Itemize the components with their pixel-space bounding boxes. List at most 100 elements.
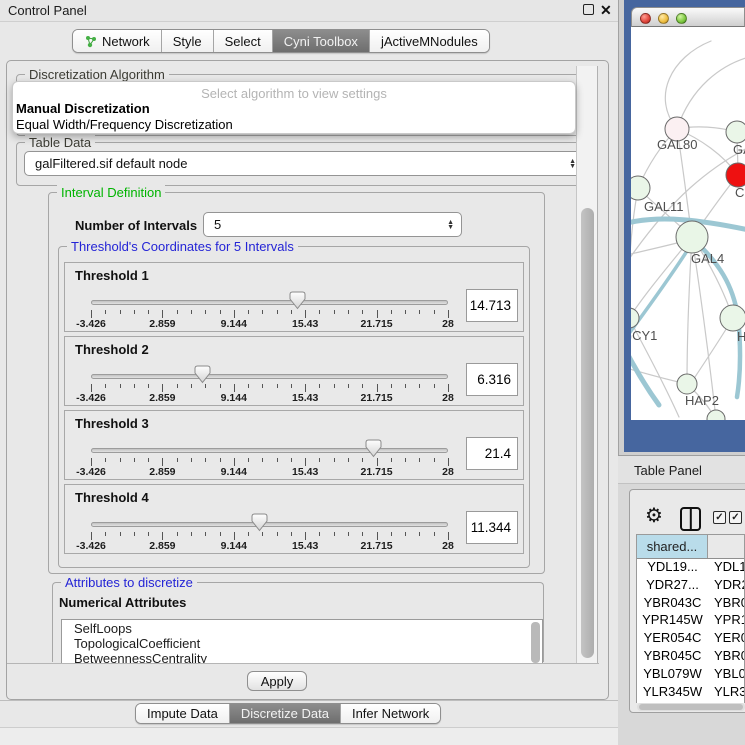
node[interactable] <box>707 410 725 420</box>
traffic-light-zoom-icon[interactable] <box>676 13 687 24</box>
tab-network[interactable]: Network <box>73 30 162 52</box>
attribute-item-betweennesscentrality[interactable]: BetweennessCentrality <box>62 650 542 664</box>
combo-value: galFiltered.sif default node <box>35 156 187 171</box>
tab-jactivemnodules[interactable]: jActiveMNodules <box>370 30 489 52</box>
cell-shared-name: YLR345W <box>637 684 708 702</box>
slider-tick <box>162 532 163 540</box>
tab-label: Select <box>225 34 261 49</box>
popup-option-equal-width-frequency-discretization[interactable]: Equal Width/Frequency Discretization <box>16 117 233 132</box>
slider-tick <box>262 310 263 314</box>
tab-label: Network <box>102 34 150 49</box>
slider-tick <box>391 532 392 536</box>
float-window-icon[interactable] <box>583 4 594 15</box>
slider-track[interactable] <box>91 522 448 527</box>
slider-tick <box>405 384 406 388</box>
tab-label: Style <box>173 34 202 49</box>
threshold-value-field[interactable]: 14.713 <box>466 289 518 322</box>
slider-tick <box>405 532 406 536</box>
apply-button[interactable]: Apply <box>247 671 307 691</box>
table-header-row: shared...na <box>637 535 744 559</box>
slider-track[interactable] <box>91 300 448 305</box>
slider-tick <box>419 532 420 536</box>
table-data-combobox[interactable]: galFiltered.sif default node ▲▼ <box>24 151 584 176</box>
node-ga[interactable] <box>726 121 745 143</box>
tab-style[interactable]: Style <box>162 30 214 52</box>
slider-tick <box>134 310 135 314</box>
node-gal11[interactable] <box>631 176 650 200</box>
tab-infer-network[interactable]: Infer Network <box>341 704 440 723</box>
table-row[interactable]: YDR27...YDR2 <box>637 577 744 595</box>
node-h[interactable] <box>720 305 745 331</box>
slider-tick <box>448 458 449 466</box>
slider-tick-label: 9.144 <box>221 466 247 478</box>
node-label: GAL80 <box>657 137 697 152</box>
table-row[interactable]: YPR145WYPR1 <box>637 612 744 630</box>
slider-tick <box>177 310 178 314</box>
hscrollbar-thumb[interactable] <box>639 704 743 710</box>
slider-track[interactable] <box>91 448 448 453</box>
table-row[interactable]: YLR345WYLR3 <box>637 684 744 702</box>
slider-thumb[interactable] <box>289 291 306 315</box>
threshold-label: Threshold 2 <box>75 342 149 357</box>
close-icon[interactable]: ✕ <box>600 2 612 19</box>
slider-tick <box>248 310 249 314</box>
bottom-tab-bar: Impute DataDiscretize DataInfer Network <box>135 703 441 724</box>
column-header-na[interactable]: na <box>708 535 745 558</box>
node-hap2[interactable] <box>677 374 697 394</box>
cell-name: YDL1 <box>708 559 745 577</box>
table-row[interactable]: YBR043CYBR0 <box>637 595 744 613</box>
slider-tick <box>205 458 206 462</box>
slider-tick-label: 2.859 <box>149 392 175 404</box>
tab-select[interactable]: Select <box>214 30 273 52</box>
network-titlebar[interactable] <box>631 7 745 27</box>
slider-tick-label: 28 <box>442 540 454 552</box>
table-row[interactable]: YER054CYER0 <box>637 630 744 648</box>
node-table[interactable]: shared...na YDL19...YDL1YDR27...YDR2YBR0… <box>636 534 745 703</box>
slider-tick <box>220 458 221 462</box>
node-gal4[interactable] <box>676 221 708 253</box>
tab-discretize-data[interactable]: Discretize Data <box>230 704 341 723</box>
table-row[interactable]: YDL19...YDL1 <box>637 559 744 577</box>
list-scrollbar[interactable] <box>531 622 540 663</box>
num-intervals-combobox[interactable]: 5 ▲▼ <box>203 212 462 237</box>
threshold-value-field[interactable]: 6.316 <box>466 363 518 396</box>
combo-value: 5 <box>214 217 221 232</box>
popup-option-manual-discretization[interactable]: Manual Discretization <box>16 101 150 116</box>
node-gcy1[interactable] <box>631 308 639 328</box>
tab-impute-data[interactable]: Impute Data <box>136 704 230 723</box>
slider-track[interactable] <box>91 374 448 379</box>
slider-tick <box>362 384 363 388</box>
node-label: GCY1 <box>631 328 657 343</box>
divider <box>7 663 599 664</box>
split-view-icon[interactable] <box>680 507 701 531</box>
tab-cyni-toolbox[interactable]: Cyni Toolbox <box>273 30 370 52</box>
main-scrollbar-thumb[interactable] <box>581 208 594 658</box>
column-header-shared-[interactable]: shared... <box>637 535 708 558</box>
traffic-light-close-icon[interactable] <box>640 13 651 24</box>
slider-thumb[interactable] <box>365 439 382 463</box>
cell-name: YER0 <box>708 630 745 648</box>
checkbox-icon[interactable]: ✓ <box>729 511 742 524</box>
attributes-group: Attributes to discretize Numerical Attri… <box>52 582 544 662</box>
slider-tick <box>334 310 335 314</box>
slider-thumb[interactable] <box>194 365 211 389</box>
slider-thumb[interactable] <box>251 513 268 537</box>
table-row[interactable]: YBL079WYBL0 <box>637 666 744 684</box>
threshold-value-field[interactable]: 11.344 <box>466 511 518 544</box>
attributes-list[interactable]: SelfLoopsTopologicalCoefficientBetweenne… <box>61 619 543 664</box>
attribute-item-selfloops[interactable]: SelfLoops <box>62 620 542 635</box>
slider-tick <box>319 532 320 536</box>
node-c[interactable] <box>726 163 745 187</box>
network-canvas[interactable]: GAL80GACGAL11GAL4HGCY1HAP2 <box>631 27 745 420</box>
traffic-light-minimize-icon[interactable] <box>658 13 669 24</box>
slider-tick-label: 28 <box>442 318 454 330</box>
checkbox-icon[interactable]: ✓ <box>713 511 726 524</box>
threshold-value-field[interactable]: 21.4 <box>466 437 518 470</box>
cell-name: YPR1 <box>708 612 745 630</box>
attribute-item-topologicalcoefficient[interactable]: TopologicalCoefficient <box>62 635 542 650</box>
cell-name: YBR0 <box>708 648 745 666</box>
table-row[interactable]: YBR045CYBR0 <box>637 648 744 666</box>
slider-tick <box>105 532 106 536</box>
gear-icon[interactable]: ⚙ <box>645 506 663 526</box>
slider-tick <box>334 458 335 462</box>
